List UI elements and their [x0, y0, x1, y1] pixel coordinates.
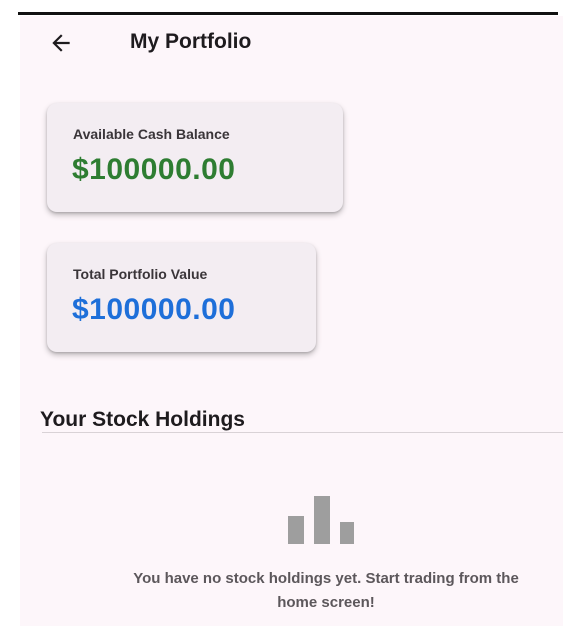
- top-border: [0, 0, 563, 16]
- arrow-left-icon[interactable]: [48, 30, 74, 56]
- cash-balance-card: Available Cash Balance $100000.00: [47, 103, 343, 212]
- empty-holdings-message: You have no stock holdings yet. Start tr…: [133, 570, 519, 611]
- cash-balance-value: $100000.00: [72, 153, 236, 186]
- portfolio-value-card: Total Portfolio Value $100000.00: [47, 243, 316, 352]
- top-border-line: [18, 12, 558, 15]
- portfolio-value-label: Total Portfolio Value: [73, 266, 208, 282]
- portfolio-screen: My Portfolio Available Cash Balance $100…: [20, 16, 563, 626]
- holdings-divider: [42, 432, 563, 433]
- cash-balance-label: Available Cash Balance: [73, 126, 230, 142]
- portfolio-value-amount: $100000.00: [72, 293, 236, 326]
- app-bar: My Portfolio: [20, 16, 563, 72]
- holdings-section-title: Your Stock Holdings: [40, 408, 245, 431]
- bar-chart-icon: [288, 496, 354, 544]
- page-title: My Portfolio: [130, 30, 252, 53]
